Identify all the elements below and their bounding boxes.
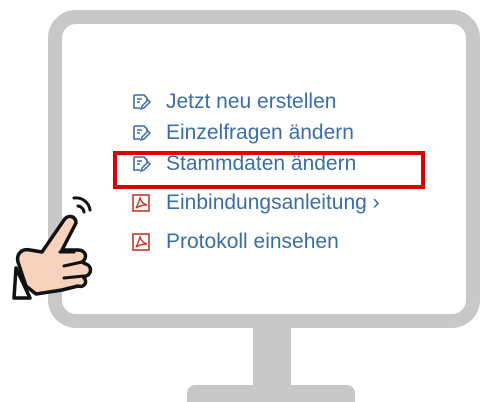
menu-item-label: Einbindungsanleitung › (166, 191, 380, 214)
menu-item-protokoll-einsehen[interactable]: Protokoll einsehen (130, 226, 380, 257)
monitor-stand-base (187, 385, 355, 402)
highlight-box (113, 151, 425, 189)
menu-item-einzelfragen-aendern[interactable]: Einzelfragen ändern (130, 117, 380, 148)
pdf-icon (132, 232, 150, 251)
menu-item-label: Jetzt neu erstellen (166, 90, 337, 113)
menu-item-einbindungsanleitung[interactable]: Einbindungsanleitung › (130, 187, 380, 218)
menu-item-label: Einzelfragen ändern (166, 121, 354, 144)
menu-item-jetzt-neu-erstellen[interactable]: Jetzt neu erstellen (130, 86, 380, 117)
pdf-icon (132, 193, 150, 212)
edit-form-icon (133, 93, 152, 110)
edit-form-icon (133, 124, 152, 141)
pointing-hand-icon (12, 196, 93, 300)
menu-item-label: Protokoll einsehen (166, 230, 339, 253)
